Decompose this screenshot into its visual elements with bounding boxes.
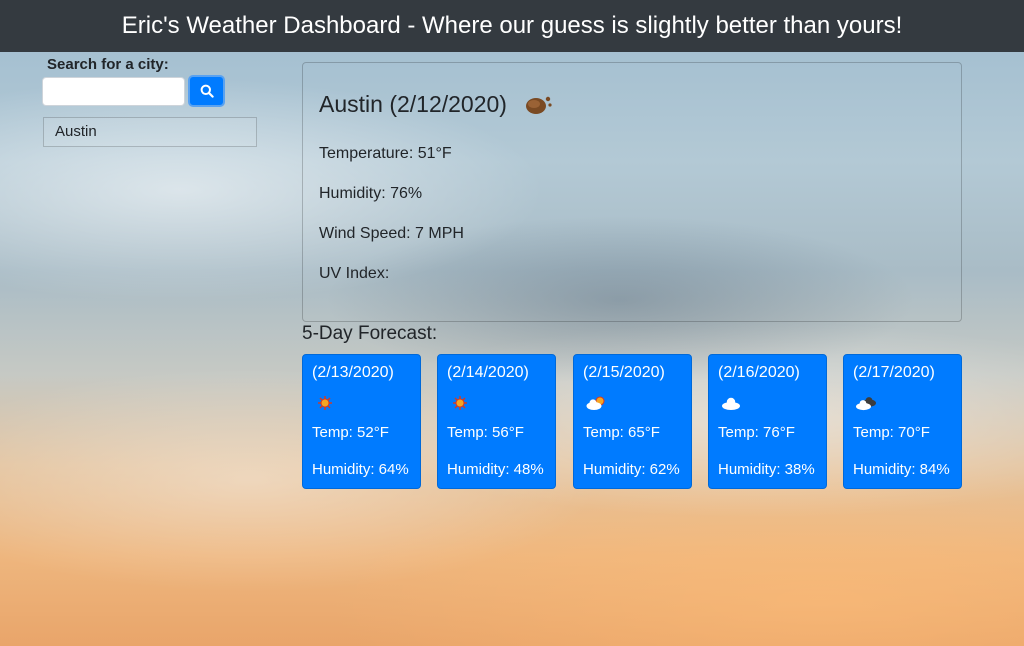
current-weather-card: Austin (2/12/2020) Temperature: 51°F Hum…	[302, 62, 962, 322]
forecast-temp: Temp: 70°F	[853, 424, 930, 441]
sun-icon	[318, 396, 332, 410]
forecast-temp: Temp: 52°F	[312, 424, 389, 441]
forecast-card: (2/16/2020) Temp: 76°F Humidity: 38%	[708, 354, 827, 489]
forecast-humidity: Humidity: 62%	[583, 461, 680, 478]
current-uv-index: UV Index:	[319, 265, 390, 282]
current-humidity: Humidity: 76%	[319, 185, 423, 202]
forecast-temp: Temp: 76°F	[718, 424, 795, 441]
search-history-item[interactable]: Austin	[43, 117, 257, 147]
forecast-humidity: Humidity: 48%	[447, 461, 544, 478]
current-wind-speed: Wind Speed: 7 MPH	[319, 225, 464, 242]
forecast-humidity: Humidity: 38%	[718, 461, 815, 478]
forecast-date: (2/16/2020)	[718, 364, 800, 381]
cloud-icon	[722, 397, 740, 410]
forecast-date: (2/13/2020)	[312, 364, 394, 381]
forecast-temp: Temp: 56°F	[447, 424, 524, 441]
forecast-date: (2/15/2020)	[583, 364, 665, 381]
forecast-humidity: Humidity: 84%	[853, 461, 950, 478]
rain-icon	[525, 96, 552, 114]
current-temperature: Temperature: 51°F	[319, 145, 452, 162]
forecast-card: (2/17/2020) Temp: 70°F Humidity: 84%	[843, 354, 962, 489]
dark-cloud-icon	[856, 397, 876, 411]
partly-cloudy-icon	[586, 396, 605, 410]
forecast-card: (2/14/2020) Temp: 56°F Humidity: 48%	[437, 354, 556, 489]
forecast-temp: Temp: 65°F	[583, 424, 660, 441]
search-button[interactable]	[188, 75, 225, 107]
forecast-date: (2/14/2020)	[447, 364, 529, 381]
forecast-card: (2/13/2020) Temp: 52°F Humidity: 64%	[302, 354, 421, 489]
page-title: Eric's Weather Dashboard - Where our gue…	[121, 12, 903, 39]
current-city-date: Austin (2/12/2020)	[319, 91, 507, 117]
search-icon	[200, 84, 214, 98]
search-input[interactable]	[42, 77, 185, 106]
search-label: Search for a city:	[47, 56, 169, 73]
forecast-humidity: Humidity: 64%	[312, 461, 409, 478]
forecast-heading: 5-Day Forecast:	[302, 323, 438, 344]
forecast-card: (2/15/2020) Temp: 65°F Humidity: 62%	[573, 354, 692, 489]
current-city-title: Austin (2/12/2020)	[319, 91, 553, 118]
app-header: Eric's Weather Dashboard - Where our gue…	[0, 0, 1024, 52]
sun-icon	[453, 396, 467, 410]
forecast-date: (2/17/2020)	[853, 364, 935, 381]
